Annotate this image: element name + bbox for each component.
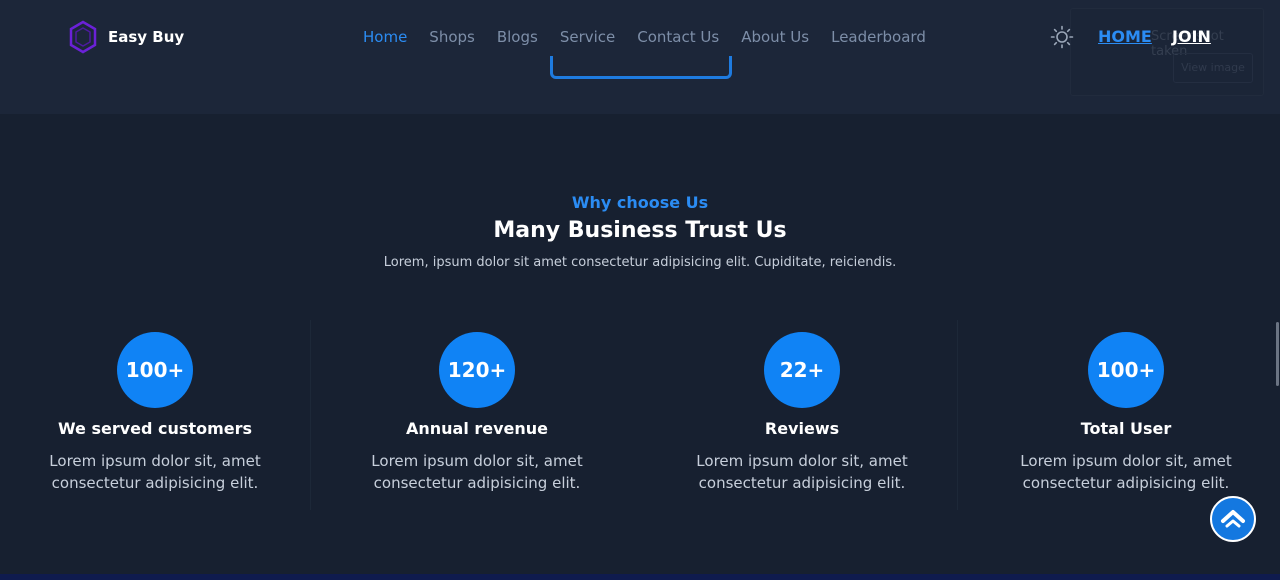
stat-card: 100+ Total User Lorem ipsum dolor sit, a… [971, 320, 1280, 510]
stat-value: 120+ [439, 332, 515, 408]
stat-description: Lorem ipsum dolor sit, amet consectetur … [1020, 452, 1232, 492]
stat-value: 100+ [1088, 332, 1164, 408]
sun-icon[interactable] [1050, 25, 1074, 49]
brand-logo[interactable]: Easy Buy [68, 20, 184, 54]
scroll-to-top-button[interactable] [1210, 496, 1256, 542]
stat-card: 100+ We served customers Lorem ipsum dol… [0, 320, 311, 510]
next-section-edge [0, 574, 1280, 580]
nav-contact-us[interactable]: Contact Us [637, 27, 719, 47]
chevron-up-icon [1221, 510, 1245, 528]
view-image-button[interactable]: View image [1173, 53, 1253, 83]
scrollbar-thumb[interactable] [1276, 322, 1279, 386]
main-nav: Home Shops Blogs Service Contact Us Abou… [363, 27, 948, 47]
stat-label: Reviews [764, 419, 840, 438]
screenshot-toast: Screenshot taken View image [1070, 8, 1264, 96]
nav-home[interactable]: Home [363, 27, 407, 47]
nav-service[interactable]: Service [560, 27, 615, 47]
site-header: Easy Buy Home Shops Blogs Service Contac… [0, 0, 1280, 114]
hexagon-logo-icon [69, 20, 97, 54]
stat-value: 22+ [764, 332, 840, 408]
stat-description: Lorem ipsum dolor sit, amet consectetur … [371, 452, 583, 492]
header-home-link[interactable]: HOME [1098, 26, 1152, 48]
nav-blogs[interactable]: Blogs [497, 27, 538, 47]
stat-description: Lorem ipsum dolor sit, amet consectetur … [696, 452, 908, 492]
header-join-link[interactable]: JOIN [1172, 26, 1211, 48]
brand-name: Easy Buy [108, 28, 185, 46]
section-eyebrow: Why choose Us [571, 193, 709, 212]
stat-card: 22+ Reviews Lorem ipsum dolor sit, amet … [647, 320, 958, 510]
nav-leaderboard[interactable]: Leaderboard [831, 27, 926, 47]
hero-button-edge[interactable] [550, 56, 732, 79]
stat-label: We served customers [57, 419, 253, 438]
stat-value: 100+ [117, 332, 193, 408]
nav-shops[interactable]: Shops [429, 27, 475, 47]
nav-about-us[interactable]: About Us [741, 27, 809, 47]
stat-description: Lorem ipsum dolor sit, amet consectetur … [49, 452, 261, 492]
stat-label: Total User [1080, 419, 1172, 438]
stat-label: Annual revenue [405, 419, 549, 438]
stat-card: 120+ Annual revenue Lorem ipsum dolor si… [322, 320, 632, 510]
section-subtitle: Lorem, ipsum dolor sit amet consectetur … [383, 255, 897, 270]
section-title: Many Business Trust Us [493, 218, 787, 243]
